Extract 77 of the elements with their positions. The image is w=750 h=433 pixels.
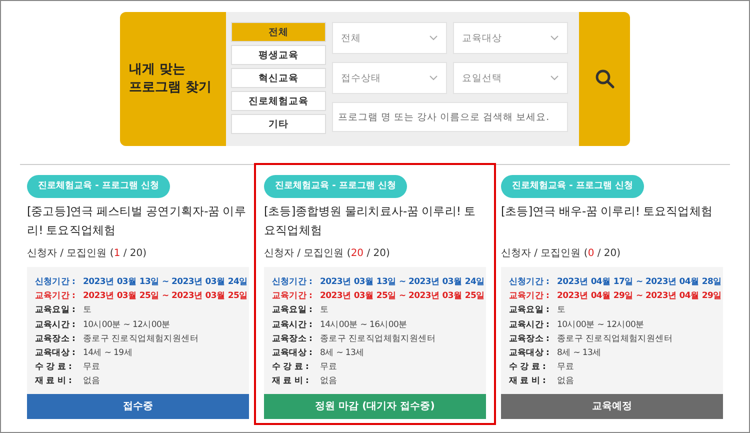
filter-select[interactable]: 전체 bbox=[332, 22, 447, 54]
status-button[interactable]: 정원 마감 (대기자 접수중) bbox=[264, 394, 486, 419]
detail-label: 교육대상 : bbox=[509, 347, 550, 360]
program-title[interactable]: [중고등]연극 페스티벌 공연기획자-꿈 이루리! 토요직업체험 bbox=[27, 202, 249, 240]
status-button[interactable]: 교육예정 bbox=[501, 394, 723, 419]
detail-label: 신청기간 : bbox=[509, 276, 550, 289]
detail-value: 8세 ~ 13세 bbox=[557, 347, 602, 360]
filter-select[interactable]: 접수상태 bbox=[332, 62, 447, 94]
search-button[interactable] bbox=[579, 12, 630, 146]
category-tab[interactable]: 진로체험교육 bbox=[231, 91, 326, 111]
chevron-down-icon bbox=[550, 75, 559, 81]
category-badge: 진로체험교육 - 프로그램 신청 bbox=[27, 175, 170, 198]
detail-value: 종로구 진로직업체험지원센터 bbox=[320, 332, 436, 346]
filter-select[interactable]: 교육대상 bbox=[453, 22, 568, 54]
detail-label: 교육요일 : bbox=[272, 304, 313, 318]
detail-value: 무료 bbox=[320, 361, 338, 374]
search-icon bbox=[594, 69, 614, 89]
detail-label: 교육시간 : bbox=[509, 318, 550, 332]
chevron-down-icon bbox=[429, 75, 438, 81]
detail-label: 교육장소 : bbox=[272, 332, 313, 346]
detail-label: 재 료 비 : bbox=[509, 375, 546, 388]
detail-label: 교육장소 : bbox=[35, 332, 76, 346]
detail-value: 10시00분 ~ 12시00분 bbox=[83, 318, 170, 332]
detail-label: 신청기간 : bbox=[272, 276, 313, 289]
detail-value: 토 bbox=[320, 304, 329, 318]
search-field[interactable]: 프로그램 명 또는 강사 이름으로 검색해 보세요. bbox=[332, 102, 568, 132]
category-badge: 진로체험교육 - 프로그램 신청 bbox=[264, 175, 408, 198]
detail-label: 교육기간 : bbox=[509, 290, 550, 304]
filter-select[interactable]: 요일선택 bbox=[453, 62, 568, 94]
category-tab[interactable]: 혁신교육 bbox=[231, 68, 326, 88]
detail-value: 토 bbox=[83, 304, 92, 318]
chevron-down-icon bbox=[429, 35, 438, 41]
detail-value: 10시00분 ~ 12시00분 bbox=[557, 318, 644, 332]
detail-value: 토 bbox=[557, 304, 566, 318]
detail-label: 교육기간 : bbox=[272, 290, 313, 304]
detail-label: 신청기간 : bbox=[35, 276, 76, 289]
detail-value: 없음 bbox=[320, 375, 338, 388]
detail-value: 무료 bbox=[83, 361, 100, 374]
detail-value: 없음 bbox=[83, 375, 100, 388]
category-tab[interactable]: 평생교육 bbox=[231, 45, 326, 65]
detail-label: 교육요일 : bbox=[35, 304, 76, 318]
applicant-count: 신청자 / 모집인원 (0 / 20) bbox=[501, 247, 622, 260]
detail-value: 2023년 03월 13일 ~ 2023년 03월 24일 bbox=[320, 276, 485, 289]
detail-value: 종로구 진로직업체험지원센터 bbox=[83, 332, 199, 346]
finder-title: 내게 맞는 프로그램 찾기 bbox=[120, 12, 226, 146]
chevron-down-icon bbox=[550, 35, 559, 41]
detail-label: 교육시간 : bbox=[35, 318, 76, 332]
detail-label: 교육대상 : bbox=[272, 347, 313, 360]
detail-value: 14세 ~ 19세 bbox=[83, 347, 132, 360]
detail-value: 2023년 03월 25일 ~ 2023년 03월 25일 bbox=[83, 290, 248, 304]
detail-label: 교육장소 : bbox=[509, 332, 550, 346]
detail-value: 종로구 진로직업체험지원센터 bbox=[557, 332, 673, 346]
detail-value: 14시00분 ~ 16시00분 bbox=[320, 318, 408, 332]
program-title[interactable]: [초등]종합병원 물리치료사-꿈 이루리! 토요직업체험 bbox=[264, 202, 486, 240]
applicant-count: 신청자 / 모집인원 (20 / 20) bbox=[264, 247, 391, 260]
detail-label: 재 료 비 : bbox=[35, 375, 72, 388]
detail-value: 2023년 04월 17일 ~ 2023년 04월 28일 bbox=[557, 276, 722, 289]
category-tab[interactable]: 전체 bbox=[231, 22, 326, 42]
category-badge: 진로체험교육 - 프로그램 신청 bbox=[501, 175, 644, 198]
detail-label: 교육요일 : bbox=[509, 304, 550, 318]
detail-label: 수 강 료 : bbox=[509, 361, 546, 374]
applicant-count: 신청자 / 모집인원 (1 / 20) bbox=[27, 247, 148, 260]
detail-label: 수 강 료 : bbox=[272, 361, 310, 374]
detail-label: 교육시간 : bbox=[272, 318, 313, 332]
program-title[interactable]: [초등]연극 배우-꿈 이루리! 토요직업체험 bbox=[501, 202, 723, 240]
detail-value: 2023년 04월 29일 ~ 2023년 04월 29일 bbox=[557, 290, 722, 304]
detail-label: 교육대상 : bbox=[35, 347, 76, 360]
detail-value: 없음 bbox=[557, 375, 574, 388]
detail-value: 무료 bbox=[557, 361, 574, 374]
detail-label: 수 강 료 : bbox=[35, 361, 72, 374]
detail-label: 교육기간 : bbox=[35, 290, 76, 304]
detail-value: 2023년 03월 13일 ~ 2023년 03월 24일 bbox=[83, 276, 248, 289]
detail-label: 재 료 비 : bbox=[272, 375, 310, 388]
detail-value: 8세 ~ 13세 bbox=[320, 347, 364, 360]
category-tab[interactable]: 기타 bbox=[231, 114, 326, 134]
detail-value: 2023년 03월 25일 ~ 2023년 03월 25일 bbox=[320, 290, 485, 304]
status-button[interactable]: 접수중 bbox=[27, 394, 249, 419]
